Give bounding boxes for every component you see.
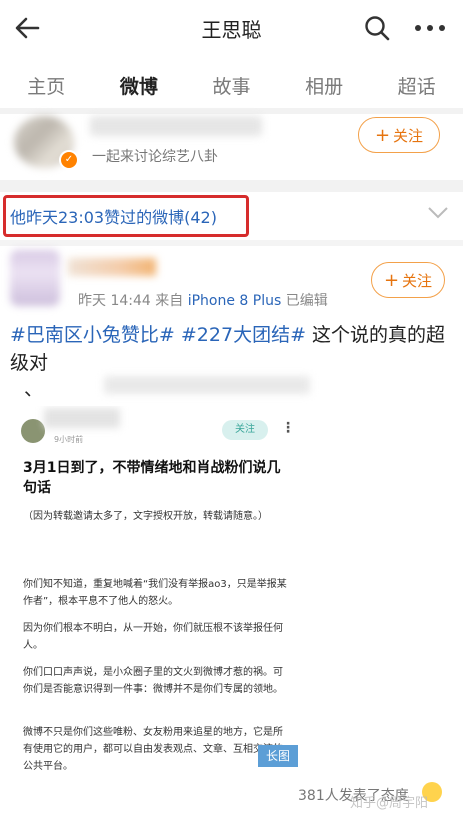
post-image[interactable]: 9小时前 关注 ⋮ 3月1日到了，不带情绪地和肖战粉们说几句话 （因为转载邀请太… bbox=[16, 406, 296, 774]
post-from: 来自 bbox=[155, 293, 184, 309]
post-avatar[interactable] bbox=[10, 250, 60, 306]
chevron-down-icon[interactable] bbox=[427, 206, 449, 220]
post-username-blurred[interactable] bbox=[68, 258, 156, 276]
section-gap bbox=[0, 180, 463, 192]
top-bar: 王思聪 bbox=[0, 0, 463, 56]
topic-link[interactable]: #巴南区小兔赞比# bbox=[10, 324, 175, 346]
follow-label: 关注 bbox=[393, 126, 424, 145]
post-text-extra: 、 bbox=[24, 378, 44, 400]
post-meta: 昨天 14:44 来自 iPhone 8 Plus 已编辑 bbox=[78, 290, 328, 310]
tab-weibo[interactable]: 微博 bbox=[99, 72, 179, 112]
image-paragraph: （因为转载邀请太多了，文字授权开放，转载请随意。） bbox=[23, 511, 268, 522]
tab-albums[interactable]: 相册 bbox=[284, 72, 364, 99]
verified-icon: ✓ bbox=[59, 150, 79, 170]
post-time: 昨天 14:44 bbox=[78, 293, 151, 309]
more-icon[interactable] bbox=[413, 14, 447, 42]
plus-icon: + bbox=[374, 124, 391, 146]
tab-supertopic[interactable]: 超话 bbox=[377, 72, 457, 99]
page-title: 王思聪 bbox=[201, 17, 262, 42]
image-paragraph: 微博不只是你们这些唯粉、女友粉用来追星的地方，它是所有使用它的用户，都可以自由发… bbox=[23, 727, 283, 772]
username-blurred[interactable] bbox=[90, 116, 262, 136]
post-follow-button[interactable]: + 关注 bbox=[371, 262, 445, 298]
tab-stories[interactable]: 故事 bbox=[191, 72, 271, 99]
image-paragraph: 你们口口声声说，是小众圈子里的文火到微博才惹的祸。可你们是否能意识得到一件事：微… bbox=[23, 667, 283, 695]
image-paragraph: 你们知不知道，重复地喊着“我们没有举报ao3，只是举报某作者”，根本平息不了他人… bbox=[23, 579, 287, 607]
liked-posts-label: 他昨天23:03赞过的微博(42) bbox=[10, 208, 217, 227]
post-edited: 已编辑 bbox=[285, 293, 328, 309]
image-time: 9小时前 bbox=[54, 435, 84, 444]
liked-posts-row[interactable]: 他昨天23:03赞过的微博(42) bbox=[0, 192, 463, 238]
image-title: 3月1日到了，不带情绪地和肖战粉们说几句话 bbox=[23, 460, 281, 496]
plus-icon: + bbox=[383, 269, 400, 291]
user-description: 一起来讨论综艺八卦 bbox=[92, 149, 218, 165]
follow-label: 关注 bbox=[402, 271, 433, 290]
follow-button[interactable]: + 关注 bbox=[358, 117, 440, 153]
section-gap bbox=[0, 240, 463, 246]
watermark: 知乎@周宇阳 bbox=[350, 796, 429, 811]
post-device[interactable]: iPhone 8 Plus bbox=[188, 293, 282, 309]
post-text: #巴南区小兔赞比# #227大团结# 这个说的真的超级对 bbox=[10, 321, 450, 377]
image-paragraph: 因为你们根本不明白，从一开始，你们就压根不该举报任何人。 bbox=[23, 623, 283, 651]
more-vertical-icon: ⋮ bbox=[281, 420, 295, 436]
tab-home[interactable]: 主页 bbox=[6, 72, 86, 99]
back-arrow-icon[interactable] bbox=[12, 12, 44, 44]
image-avatar bbox=[21, 419, 45, 443]
image-follow-badge: 关注 bbox=[222, 420, 268, 440]
search-icon[interactable] bbox=[363, 14, 391, 42]
profile-tabs: 主页 微博 故事 相册 超话 bbox=[0, 62, 463, 112]
blurred-text bbox=[104, 376, 310, 394]
tabs-divider bbox=[0, 108, 463, 114]
image-username-blurred bbox=[44, 408, 120, 428]
topic-link[interactable]: #227大团结# bbox=[181, 324, 306, 346]
long-image-badge: 长图 bbox=[258, 745, 298, 767]
